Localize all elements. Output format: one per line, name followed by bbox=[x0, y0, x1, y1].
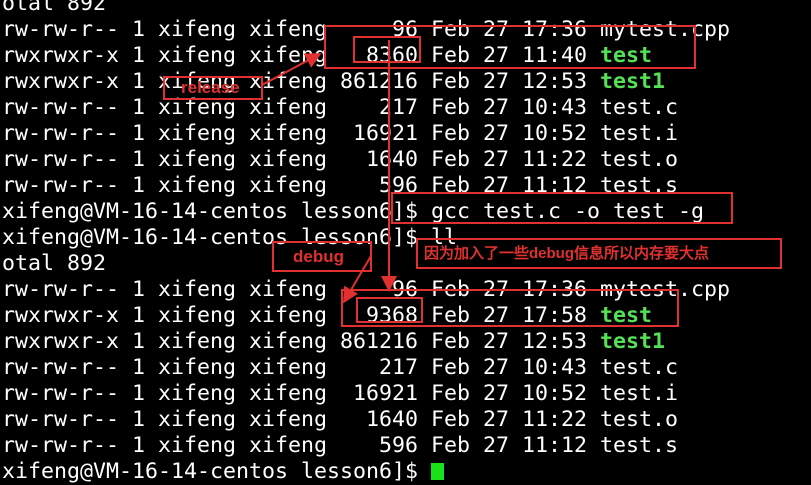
terminal-cursor bbox=[431, 463, 445, 480]
annotation-arrows bbox=[261, 40, 397, 304]
debug-arrow bbox=[342, 255, 372, 304]
release-arrow bbox=[261, 53, 322, 86]
